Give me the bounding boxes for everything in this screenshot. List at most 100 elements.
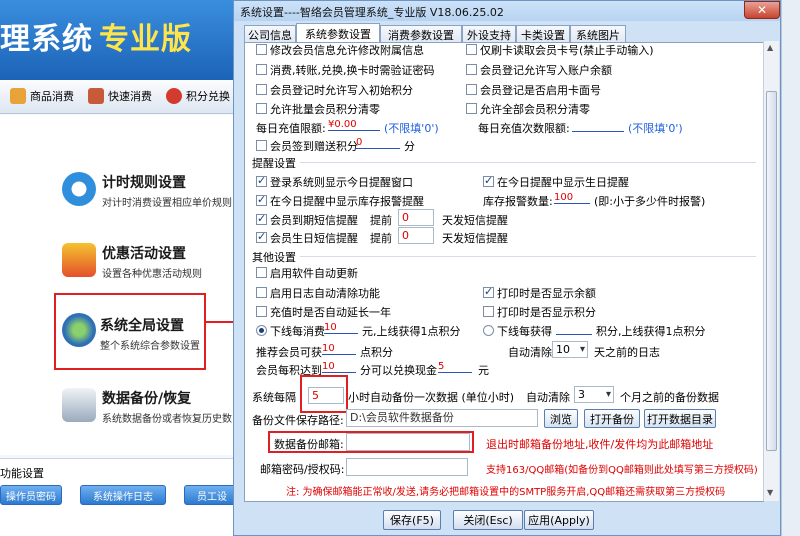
close-button[interactable]: 关闭(Esc) bbox=[453, 510, 523, 530]
daily-count-input[interactable] bbox=[572, 119, 624, 132]
consume-points-radio[interactable] bbox=[256, 325, 267, 336]
login-remind-label: 登录系统则显示今日提醒窗口 bbox=[270, 176, 413, 189]
recommend-label: 推荐会员可获 bbox=[256, 346, 322, 359]
app-title: 理系统 专业版 bbox=[0, 22, 192, 57]
background-scrollbar bbox=[781, 0, 800, 536]
print-balance-checkbox[interactable] bbox=[483, 285, 494, 298]
stock-remind-label: 在今日提醒中显示库存报警提醒 bbox=[270, 195, 424, 208]
batch-clear-points-label: 允许批量会员积分清零 bbox=[270, 103, 380, 116]
backup-clear-label: 自动清除 bbox=[526, 391, 570, 404]
enable-card-face-no-checkbox[interactable] bbox=[466, 84, 477, 95]
goods-consume-icon bbox=[10, 88, 26, 104]
signin-points-input[interactable]: 0 bbox=[356, 137, 400, 149]
verify-password-checkbox[interactable] bbox=[256, 64, 267, 75]
clear-all-points-label: 允许全部会员积分清零 bbox=[480, 103, 590, 116]
close-icon[interactable]: ✕ bbox=[744, 1, 780, 19]
consume-points-input[interactable]: 10 bbox=[324, 322, 358, 334]
email-password-hint: 支持163/QQ邮箱(如备份到QQ邮箱则此处填写第三方授权码) bbox=[486, 465, 758, 476]
tab-company-info[interactable]: 公司信息 bbox=[244, 25, 296, 43]
birthday-suffix-label: 天发短信提醒 bbox=[442, 232, 508, 245]
points-cash-input[interactable]: 10 bbox=[322, 361, 356, 373]
birthday-days-input[interactable]: 0 bbox=[398, 227, 434, 244]
stock-alarm-input[interactable]: 100 bbox=[554, 192, 590, 204]
backup-email-input[interactable] bbox=[346, 433, 470, 451]
recommend-input[interactable]: 10 bbox=[322, 343, 356, 355]
browse-button[interactable]: 浏览 bbox=[544, 409, 578, 428]
backup-email-label: 数据备份邮箱: bbox=[274, 438, 344, 451]
employee-settings-button[interactable]: 员工设 bbox=[184, 485, 240, 505]
expire-sms-label: 会员到期短信提醒 bbox=[270, 214, 358, 227]
toolbar-quick-consume[interactable]: 快速消费 bbox=[88, 88, 152, 104]
backup-clear-suffix: 个月之前的备份数据 bbox=[620, 391, 719, 404]
expire-sms-checkbox[interactable] bbox=[256, 212, 267, 225]
auto-extend-checkbox[interactable] bbox=[256, 306, 267, 317]
scroll-down-icon[interactable]: ▼ bbox=[767, 488, 773, 497]
login-remind-checkbox[interactable] bbox=[256, 174, 267, 187]
earn-points-input[interactable] bbox=[556, 322, 592, 335]
birthday-remind-checkbox[interactable] bbox=[483, 174, 494, 187]
log-clean-checkbox[interactable] bbox=[256, 287, 267, 298]
batch-clear-points-checkbox[interactable] bbox=[256, 103, 267, 114]
backup-path-input[interactable]: D:\会员软件数据备份 bbox=[346, 409, 538, 427]
remind-section-line bbox=[300, 162, 756, 163]
backup-clear-select[interactable]: 3 bbox=[574, 386, 614, 403]
apply-button[interactable]: 应用(Apply) bbox=[524, 510, 594, 530]
tab-peripherals[interactable]: 外设支持 bbox=[462, 25, 516, 43]
auto-clear-suffix: 天之前的日志 bbox=[594, 346, 660, 359]
save-button[interactable]: 保存(F5) bbox=[383, 510, 441, 530]
allow-edit-extra-info-checkbox[interactable] bbox=[256, 44, 267, 55]
stock-alarm-label: 库存报警数量: bbox=[483, 195, 553, 208]
email-password-input[interactable] bbox=[346, 458, 468, 476]
tab-consume-params[interactable]: 消费参数设置 bbox=[380, 25, 462, 43]
operation-log-button[interactable]: 系统操作日志 bbox=[80, 485, 166, 505]
signin-points-checkbox[interactable] bbox=[256, 140, 267, 151]
allow-initial-points-checkbox[interactable] bbox=[256, 84, 267, 95]
stock-remind-checkbox[interactable] bbox=[256, 193, 267, 206]
daily-limit-label: 每日充值限额: bbox=[256, 122, 326, 135]
allow-write-balance-checkbox[interactable] bbox=[466, 64, 477, 75]
backup-interval-input[interactable]: 5 bbox=[308, 387, 344, 404]
expire-days-input[interactable]: 0 bbox=[398, 209, 434, 226]
tab-system-images[interactable]: 系统图片 bbox=[570, 25, 626, 43]
tab-card-types[interactable]: 卡类设置 bbox=[516, 25, 570, 43]
earn-points-radio[interactable] bbox=[483, 325, 494, 336]
allow-initial-points-label: 会员登记时允许写入初始积分 bbox=[270, 84, 413, 97]
open-data-dir-button[interactable]: 打开数据目录 bbox=[644, 409, 716, 428]
auto-update-label: 启用软件自动更新 bbox=[270, 267, 358, 280]
tab-system-params[interactable]: 系统参数设置 bbox=[296, 23, 380, 44]
birthday-sms-checkbox[interactable] bbox=[256, 230, 267, 243]
verify-password-label: 消费,转账,兑换,换卡时需验证密码 bbox=[270, 64, 435, 77]
other-section-line bbox=[300, 256, 756, 257]
menu-global-settings[interactable]: 系统全局设置 整个系统综合参数设置 bbox=[54, 293, 206, 370]
daily-count-label: 每日充值次数限额: bbox=[478, 122, 570, 135]
toolbar-points-exchange[interactable]: 积分兑换 bbox=[166, 88, 230, 104]
signin-points-label: 会员签到赠送积分 bbox=[270, 140, 358, 153]
scroll-up-icon[interactable]: ▲ bbox=[767, 43, 773, 52]
earn-points-label: 下线每获得 bbox=[497, 325, 552, 338]
auto-clear-select[interactable]: 10 bbox=[552, 341, 588, 358]
auto-extend-label: 充值时是否自动延长一年 bbox=[270, 306, 391, 319]
auto-update-checkbox[interactable] bbox=[256, 267, 267, 278]
toolbar-goods-consume[interactable]: 商品消费 bbox=[10, 88, 74, 104]
log-clean-label: 启用日志自动清除功能 bbox=[270, 287, 380, 300]
scroll-thumb[interactable] bbox=[766, 91, 777, 451]
open-backup-button[interactable]: 打开备份 bbox=[584, 409, 640, 428]
expire-suffix-label: 天发短信提醒 bbox=[442, 214, 508, 227]
menu-promotion[interactable]: 优惠活动设置 设置各种优惠活动规则 bbox=[62, 243, 262, 283]
function-settings-title: 功能设置 bbox=[0, 467, 44, 480]
operator-password-button[interactable]: 操作员密码 bbox=[0, 485, 62, 505]
clear-all-points-checkbox[interactable] bbox=[466, 103, 477, 114]
backup-path-label: 备份文件保存路径: bbox=[252, 414, 344, 427]
menu-backup-restore[interactable]: 数据备份/恢复 系统数据备份或者恢复历史数 bbox=[62, 388, 262, 428]
consume-points-suffix: 元,上线获得1点积分 bbox=[362, 325, 461, 338]
daily-limit-input[interactable]: ¥0.00 bbox=[328, 119, 380, 131]
print-points-checkbox[interactable] bbox=[483, 306, 494, 317]
earn-points-suffix: 积分,上线获得1点积分 bbox=[596, 325, 706, 338]
backup-every-label: 系统每隔 bbox=[252, 391, 296, 404]
card-only-read-checkbox[interactable] bbox=[466, 44, 477, 55]
menu-timing-rules[interactable]: 计时规则设置 对计时消费设置相应单价规则 bbox=[62, 172, 262, 212]
smtp-note: 注: 为确保邮箱能正常收/发送,请务必把邮箱设置中的SMTP服务开启,QQ邮箱还… bbox=[286, 487, 726, 498]
birthday-remind-label: 在今日提醒中显示生日提醒 bbox=[497, 176, 629, 189]
points-cash-amount-input[interactable]: 5 bbox=[438, 361, 472, 373]
panel-scrollbar[interactable]: ▲ ▼ bbox=[763, 41, 779, 501]
